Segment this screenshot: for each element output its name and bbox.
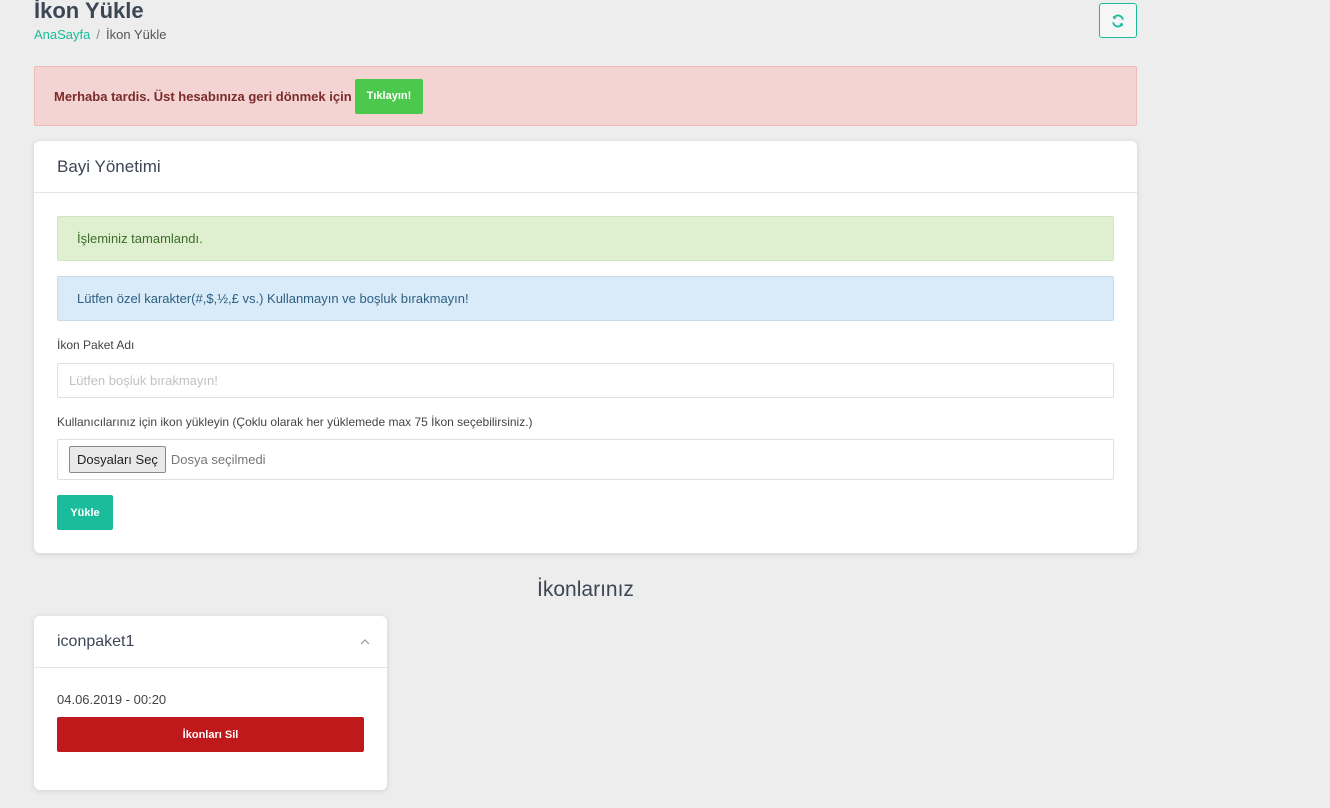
impersonation-alert: Merhaba tardis. Üst hesabınıza geri dönm… [34, 66, 1137, 126]
dealer-management-panel: Bayi Yönetimi İşleminiz tamamlandı. Lütf… [34, 141, 1137, 553]
chevron-up-icon[interactable] [360, 638, 370, 645]
upload-button[interactable]: Yükle [57, 495, 113, 530]
breadcrumb-current: İkon Yükle [106, 27, 167, 42]
breadcrumb-separator: / [96, 27, 100, 42]
delete-icons-button[interactable]: İkonları Sil [57, 717, 364, 752]
icon-package-header[interactable]: iconpaket1 [34, 616, 387, 668]
package-name-label: İkon Paket Adı [57, 338, 135, 352]
refresh-icon [1112, 14, 1124, 27]
file-status: Dosya seçilmedi [170, 452, 266, 467]
refresh-button[interactable] [1099, 3, 1137, 38]
icons-section-title: İkonlarınız [537, 578, 634, 601]
breadcrumb-home-link[interactable]: AnaSayfa [34, 27, 90, 42]
impersonation-message: Merhaba tardis. Üst hesabınıza geri dönm… [54, 88, 352, 104]
package-name-input[interactable] [57, 363, 1114, 398]
icon-package-date: 04.06.2019 - 00:20 [57, 692, 167, 707]
info-alert: Lütfen özel karakter(#,$,½,£ vs.) Kullan… [57, 276, 1114, 321]
return-account-button[interactable]: Tıklayın! [354, 78, 424, 114]
upload-label: Kullanıcılarınız için ikon yükleyin (Çok… [57, 415, 533, 429]
panel-title: Bayi Yönetimi [34, 141, 1137, 193]
icon-package-card: iconpaket1 04.06.2019 - 00:20 İkonları S… [34, 616, 387, 790]
icon-package-name: iconpaket1 [57, 632, 135, 650]
file-input: Dosyaları Seç Dosya seçilmedi [57, 439, 1114, 480]
page-title: İkon Yükle [34, 0, 144, 23]
breadcrumb: AnaSayfa / İkon Yükle [34, 27, 166, 42]
success-alert: İşleminiz tamamlandı. [57, 216, 1114, 261]
choose-files-button[interactable]: Dosyaları Seç [69, 446, 166, 473]
